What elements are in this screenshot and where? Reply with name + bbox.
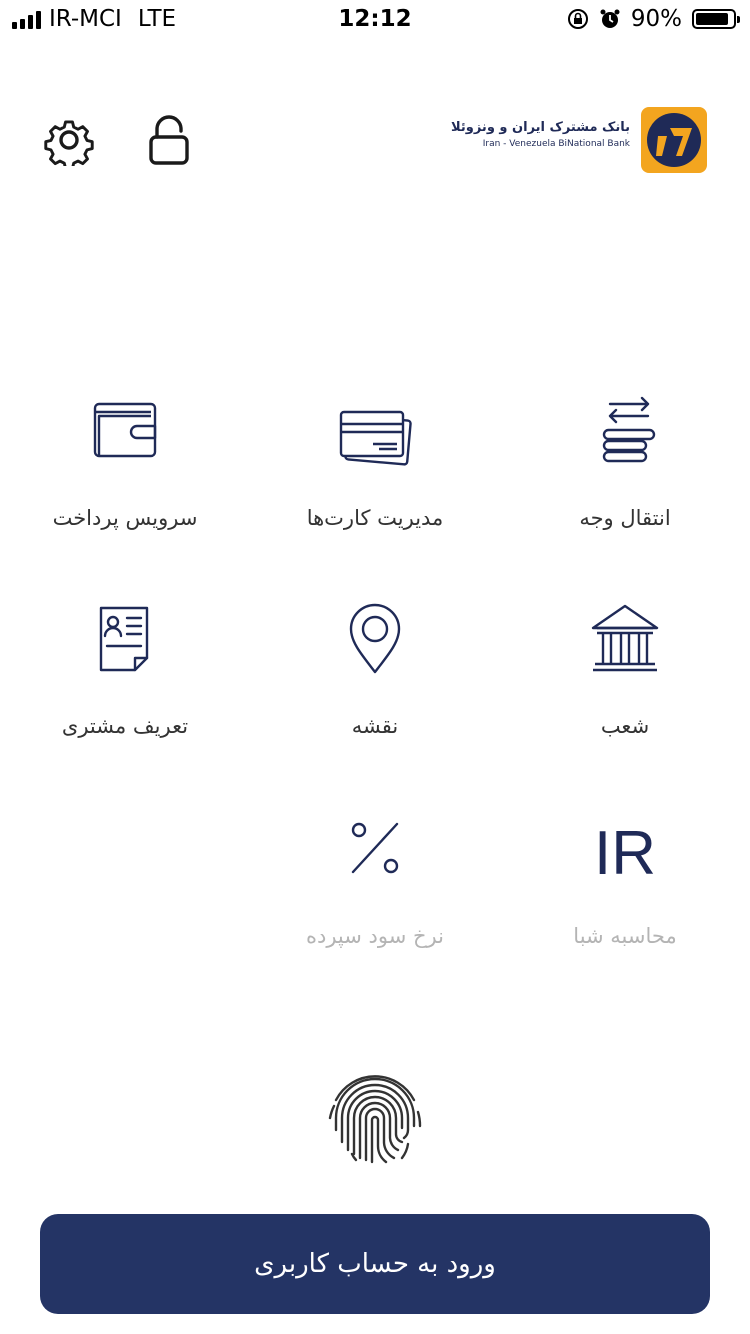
service-label: مدیریت کارت‌ها	[306, 506, 444, 530]
service-label: نرخ سود سپرده	[305, 924, 444, 948]
alarm-icon	[600, 9, 620, 28]
service-label: انتقال وجه	[579, 506, 671, 530]
login-button-label: ورود به حساب کاربری	[254, 1249, 496, 1279]
service-card-management[interactable]: مدیریت کارت‌ها	[250, 392, 500, 530]
battery-fill	[696, 13, 728, 25]
service-map[interactable]: نقشه	[250, 600, 500, 738]
status-bar: IR-MCI LTE 12:12 90%	[0, 0, 750, 40]
service-label: نقشه	[351, 714, 399, 738]
status-right: 90%	[567, 6, 740, 32]
bank-logo-mark-icon	[641, 107, 707, 173]
service-label: شعب	[600, 714, 650, 738]
service-branches[interactable]: شعب	[500, 600, 750, 738]
bank-name-fa: بانک مشترک ایران و ونزوئلا	[451, 120, 630, 135]
bank-logo: بانک مشترک ایران و ونزوئلا Iran - Venezu…	[451, 104, 708, 176]
service-payment[interactable]: سرویس پرداخت	[0, 392, 250, 530]
bank-name-en: Iran - Venezuela BiNational Bank	[482, 139, 630, 149]
service-label: سرویس پرداخت	[52, 506, 198, 530]
login-button[interactable]: ورود به حساب کاربری	[40, 1214, 710, 1314]
fingerprint-icon[interactable]	[320, 1060, 430, 1170]
settings-gear-icon[interactable]	[44, 114, 94, 166]
svg-text:IR: IR	[594, 819, 656, 888]
customer-document-icon	[99, 606, 149, 672]
service-iban-calculation[interactable]: IR محاسبه شبا	[500, 810, 750, 948]
battery-icon	[692, 9, 740, 29]
cards-icon	[339, 410, 412, 466]
rotation-lock-icon	[567, 9, 588, 29]
bank-name: بانک مشترک ایران و ونزوئلا Iran - Venezu…	[451, 120, 630, 149]
map-pin-icon	[349, 603, 401, 674]
bank-building-icon	[591, 604, 659, 672]
percent-icon	[351, 822, 399, 874]
service-label: محاسبه شبا	[573, 924, 677, 948]
service-deposit-interest-rate[interactable]: نرخ سود سپرده	[250, 810, 500, 948]
service-money-transfer[interactable]: انتقال وجه	[500, 392, 750, 530]
wallet-icon	[93, 402, 157, 458]
service-label: تعریف مشتری	[61, 714, 189, 738]
lock-icon[interactable]	[146, 114, 192, 166]
service-customer-definition[interactable]: تعریف مشتری	[0, 600, 250, 738]
battery-percent: 90%	[630, 6, 682, 32]
coins-transfer-icon	[602, 396, 656, 463]
iban-icon: IR	[594, 819, 656, 888]
